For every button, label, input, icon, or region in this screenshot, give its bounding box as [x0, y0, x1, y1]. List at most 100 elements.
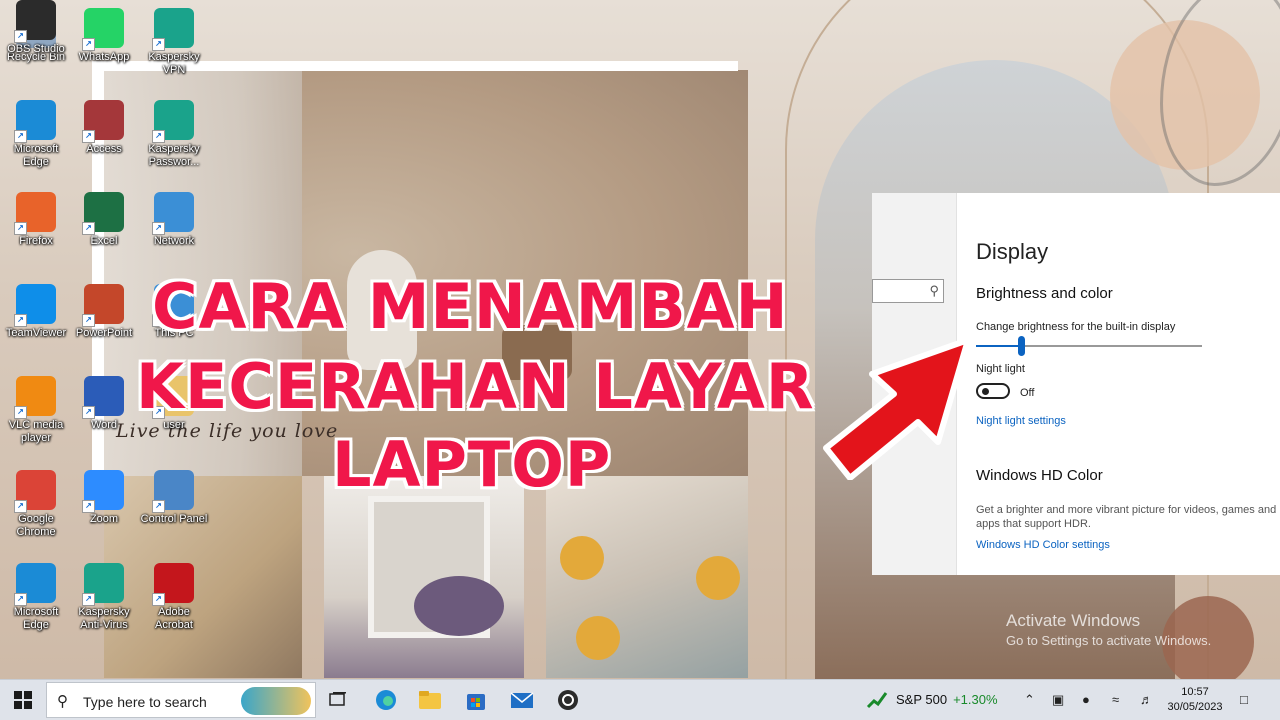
- desktop-icon-label: Firefox: [19, 235, 53, 247]
- shortcut-arrow-icon: ↗: [14, 130, 27, 143]
- taskbar: ⚲ Type here to search S&P 500 +1.30% ⌃ ▣ …: [0, 679, 1280, 720]
- desktop-icon-label: Microsoft Edge: [13, 143, 59, 168]
- page-title: Display: [976, 239, 1049, 264]
- desktop-icon-label: Control Panel: [140, 513, 208, 525]
- desktop-icon-label: Kaspersky Anti-Virus: [78, 606, 130, 631]
- desktop-icon[interactable]: ↗ Zoom: [68, 470, 140, 526]
- activate-title: Activate Windows: [1006, 611, 1141, 630]
- whatsapp-icon: ↗: [82, 8, 124, 51]
- desktop-icon[interactable]: ↗ Excel: [68, 192, 140, 248]
- desktop-icon[interactable]: ↗ VLC media player: [0, 376, 72, 445]
- desktop-icon-label: Adobe Acrobat: [155, 606, 193, 631]
- desktop-icon-label: Kaspersky VPN: [148, 51, 200, 76]
- shortcut-arrow-icon: ↗: [82, 314, 95, 327]
- wallpaper-flowers: [414, 576, 504, 636]
- shortcut-arrow-icon: ↗: [82, 222, 95, 235]
- firefox-icon: ↗: [14, 192, 56, 235]
- settings-search-box[interactable]: ⚲: [872, 279, 944, 303]
- toggle-knob: [982, 388, 989, 395]
- desktop-icon[interactable]: ↗ Firefox: [0, 192, 72, 248]
- desktop-icon-label: Word: [90, 419, 118, 431]
- excel-icon: ↗: [82, 192, 124, 235]
- edge-icon: ↗: [14, 100, 56, 143]
- microsoft-store-icon[interactable]: [460, 684, 492, 716]
- shortcut-arrow-icon: ↗: [14, 222, 27, 235]
- desktop-icon-label: VLC media player: [8, 419, 64, 444]
- search-icon: ⚲: [929, 283, 939, 298]
- start-button[interactable]: [0, 680, 46, 720]
- windows-logo-icon: [14, 691, 32, 709]
- clock-date: 30/05/2023: [1167, 701, 1223, 713]
- desktop-icon-label: Google Chrome: [16, 513, 56, 538]
- desktop-icon[interactable]: ↗ Adobe Acrobat: [138, 563, 210, 632]
- network-icon: ↗: [152, 192, 194, 235]
- desktop-icon[interactable]: ↗ Word: [68, 376, 140, 432]
- hd-color-description: Get a brighter and more vibrant picture …: [976, 504, 1277, 530]
- search-placeholder: Type here to search: [83, 694, 207, 710]
- desktop-icon-label: TeamViewer: [5, 327, 67, 339]
- vlc-icon: ↗: [14, 376, 56, 419]
- taskbar-clock[interactable]: 10:57 30/05/2023: [1164, 685, 1226, 715]
- edge-icon[interactable]: [370, 684, 402, 716]
- wallpaper-camera-tile: [546, 476, 748, 678]
- stock-ticker[interactable]: S&P 500 +1.30%: [896, 692, 998, 707]
- task-view-icon[interactable]: [322, 684, 354, 716]
- night-light-label: Night light: [976, 363, 1025, 375]
- obs-icon: ↗: [14, 0, 56, 43]
- stock-chart-icon: [866, 692, 888, 709]
- taskbar-search-box[interactable]: ⚲ Type here to search: [46, 682, 316, 718]
- section-brightness-heading: Brightness and color: [976, 285, 1113, 302]
- kaspersky-password-icon: ↗: [152, 100, 194, 143]
- hd-color-settings-link[interactable]: Windows HD Color settings: [976, 539, 1110, 551]
- desktop-icon[interactable]: ↗ Network: [138, 192, 210, 248]
- desktop-icon[interactable]: ↗ Access: [68, 100, 140, 156]
- activate-subtitle: Go to Settings to activate Windows.: [1006, 633, 1212, 648]
- edge-icon: ↗: [14, 563, 56, 606]
- activate-windows-watermark: Activate Windows Go to Settings to activ…: [1006, 611, 1211, 648]
- kaspersky-antivirus-icon: ↗: [82, 563, 124, 606]
- shortcut-arrow-icon: ↗: [82, 130, 95, 143]
- shortcut-arrow-icon: ↗: [14, 593, 27, 606]
- wallpaper-sunflower: [560, 536, 604, 580]
- desktop-icon[interactable]: ↗ OBS Studio: [0, 0, 72, 56]
- shortcut-arrow-icon: ↗: [82, 38, 95, 51]
- meet-now-icon[interactable]: ▣: [1052, 692, 1064, 708]
- chevron-up-icon[interactable]: ⌃: [1024, 692, 1035, 708]
- desktop-icon-label: PowerPoint: [75, 327, 133, 339]
- access-icon: ↗: [82, 100, 124, 143]
- shortcut-arrow-icon: ↗: [82, 500, 95, 513]
- shortcut-arrow-icon: ↗: [14, 500, 27, 513]
- shortcut-arrow-icon: ↗: [82, 593, 95, 606]
- search-highlight-image: [241, 687, 311, 715]
- desktop-icon[interactable]: ↗ WhatsApp: [68, 8, 140, 64]
- wallpaper-leaf: [1160, 0, 1280, 186]
- desktop-icon[interactable]: ↗ Kaspersky Anti-Virus: [68, 563, 140, 632]
- microphone-icon[interactable]: ●: [1082, 692, 1090, 707]
- desktop-icon[interactable]: ↗ Kaspersky Passwor...: [138, 100, 210, 169]
- desktop-icon-label: Access: [86, 143, 122, 155]
- search-icon: ⚲: [57, 693, 68, 710]
- notification-center-icon[interactable]: □: [1240, 692, 1248, 707]
- desktop-icon-label: Microsoft Edge: [13, 606, 59, 631]
- desktop-icon[interactable]: ↗ Kaspersky VPN: [138, 8, 210, 77]
- mail-icon[interactable]: [506, 684, 538, 716]
- wifi-icon[interactable]: ≈: [1112, 692, 1119, 707]
- night-light-settings-link[interactable]: Night light settings: [976, 415, 1066, 427]
- brightness-slider[interactable]: [976, 336, 1202, 356]
- wallpaper-sunflower: [696, 556, 740, 600]
- desktop-icon-label: WhatsApp: [78, 51, 130, 63]
- desktop-icon[interactable]: ↗ PowerPoint: [68, 284, 140, 340]
- desktop-icon[interactable]: ↗ Google Chrome: [0, 470, 72, 539]
- shortcut-arrow-icon: ↗: [152, 500, 165, 513]
- file-explorer-icon[interactable]: [414, 684, 446, 716]
- desktop-icon[interactable]: ↗ Control Panel: [138, 470, 210, 526]
- desktop-icon[interactable]: ↗ Microsoft Edge: [0, 563, 72, 632]
- night-light-toggle[interactable]: [976, 383, 1010, 399]
- brightness-slider-fill: [976, 345, 1022, 347]
- volume-icon[interactable]: ♬: [1140, 692, 1153, 707]
- desktop-icon[interactable]: ↗ Microsoft Edge: [0, 100, 72, 169]
- desktop-icon[interactable]: ↗ TeamViewer: [0, 284, 72, 340]
- red-arrow-icon: [823, 337, 971, 480]
- obs-icon[interactable]: [552, 684, 584, 716]
- brightness-slider-thumb[interactable]: [1018, 336, 1026, 356]
